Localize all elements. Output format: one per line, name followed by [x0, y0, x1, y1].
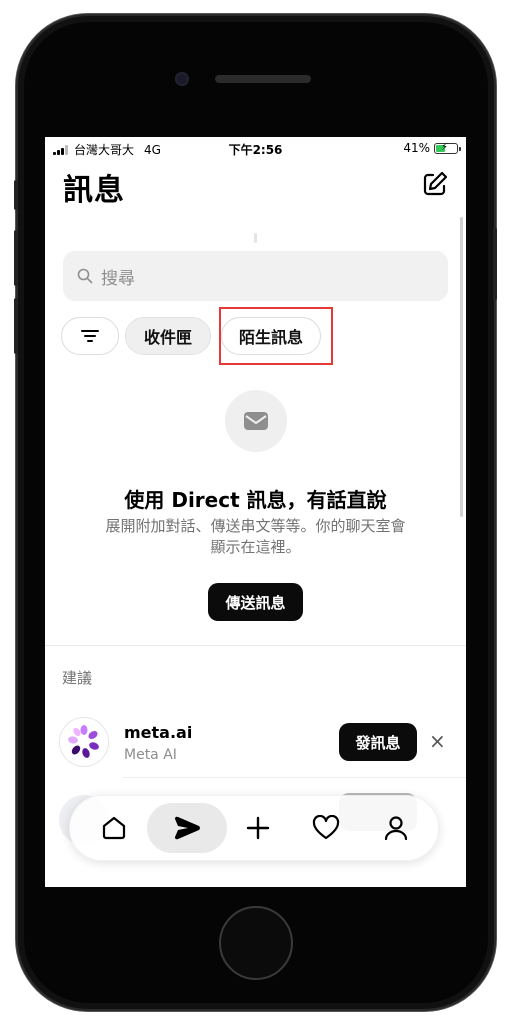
home-icon[interactable] — [89, 803, 139, 853]
mail-icon — [225, 390, 287, 452]
section-divider — [45, 645, 466, 646]
search-icon — [77, 268, 93, 284]
direct-icon[interactable] — [147, 803, 227, 853]
volume-up-button — [14, 230, 18, 286]
message-button[interactable]: 發訊息 — [339, 723, 417, 761]
home-button[interactable] — [219, 906, 293, 980]
scrollbar[interactable] — [460, 217, 463, 517]
pull-indicator — [254, 233, 257, 243]
suggestion-subtitle: Meta AI — [124, 747, 177, 763]
close-icon[interactable]: × — [429, 729, 446, 753]
send-message-button[interactable]: 傳送訊息 — [208, 583, 303, 621]
front-camera — [175, 72, 189, 86]
row-divider — [123, 777, 466, 778]
filter-inbox[interactable]: 收件匣 — [125, 317, 211, 355]
screen: 台灣大哥大 4G 下午2:56 41% ⚡ 訊息 搜尋 收件匣 陌生訊息 使用 … — [45, 137, 466, 887]
page-title: 訊息 — [63, 173, 125, 208]
battery-percent: 41% — [403, 141, 430, 155]
filter-icon[interactable] — [61, 317, 119, 355]
bottom-tab-bar — [69, 795, 439, 861]
power-button — [493, 228, 497, 300]
battery-info: 41% ⚡ — [403, 141, 461, 155]
search-input[interactable]: 搜尋 — [63, 251, 448, 301]
empty-state-title: 使用 Direct 訊息，有話直說 — [124, 488, 387, 512]
status-bar: 台灣大哥大 4G 下午2:56 41% ⚡ — [45, 137, 466, 159]
heart-icon[interactable] — [301, 803, 351, 853]
profile-icon[interactable] — [371, 803, 421, 853]
empty-state-description: 展開附加對話、傳送串文等等。你的聊天室會顯示在這裡。 — [105, 517, 406, 556]
earpiece-speaker — [215, 75, 311, 83]
search-placeholder: 搜尋 — [101, 268, 135, 289]
battery-icon: ⚡ — [434, 142, 461, 154]
meta-ai-avatar[interactable] — [59, 717, 109, 767]
compose-icon[interactable] — [420, 169, 450, 199]
mute-switch — [14, 180, 18, 210]
suggestion-row[interactable]: meta.ai Meta AI 發訊息 × — [45, 717, 466, 769]
suggestions-label: 建議 — [62, 669, 93, 687]
highlight-box — [219, 307, 333, 365]
plus-icon[interactable] — [233, 803, 283, 853]
suggestion-name: meta.ai — [124, 723, 193, 742]
volume-down-button — [14, 298, 18, 354]
